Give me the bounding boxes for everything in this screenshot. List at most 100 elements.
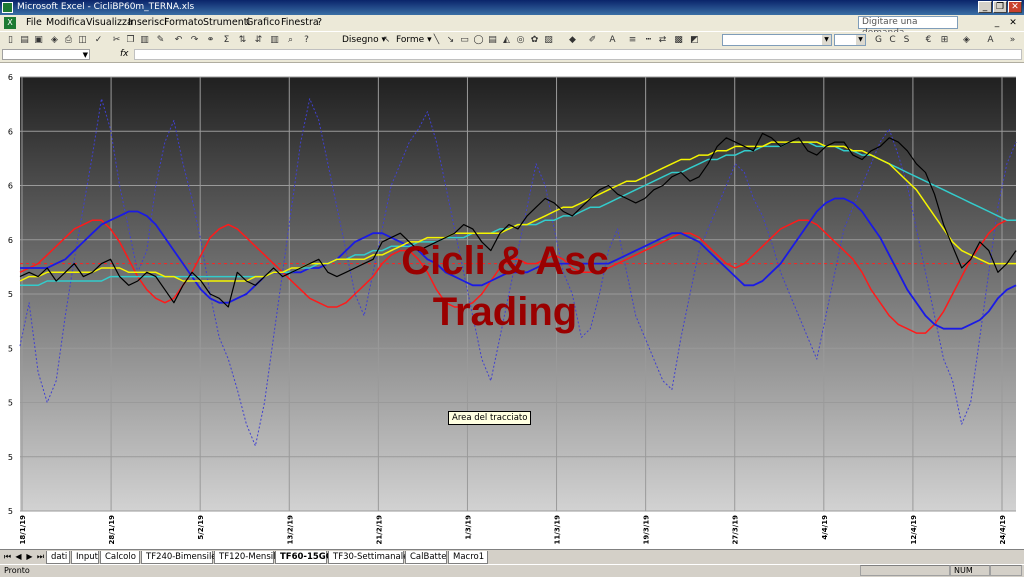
- forme-menu[interactable]: Forme ▾: [396, 34, 432, 46]
- num-lock-indicator: NUM: [950, 565, 990, 576]
- help-icon[interactable]: ?: [300, 34, 313, 46]
- menu-formato[interactable]: Formato: [164, 17, 203, 29]
- arrow-style-icon[interactable]: ⇄: [656, 34, 669, 46]
- sheet-tab[interactable]: Input: [71, 551, 99, 564]
- font-color-icon[interactable]: A: [606, 34, 619, 46]
- autosum-icon[interactable]: Σ: [220, 34, 233, 46]
- formula-input[interactable]: [134, 49, 1022, 60]
- x-tick-label: 24/4/19: [999, 515, 1007, 545]
- menu-help[interactable]: ?: [317, 17, 322, 29]
- sort-asc-icon[interactable]: ⇅: [236, 34, 249, 46]
- print-icon[interactable]: ⎙: [62, 34, 75, 46]
- sheet-tab[interactable]: dati: [46, 551, 70, 564]
- line-icon[interactable]: ╲: [430, 34, 443, 46]
- name-box[interactable]: ▼: [2, 49, 90, 60]
- menu-bar: X File Modifica Visualizza Inserisci For…: [0, 15, 1024, 38]
- menu-file[interactable]: File: [26, 17, 42, 29]
- line-color-icon[interactable]: ✐: [586, 34, 599, 46]
- diagram-icon[interactable]: ◎: [514, 34, 527, 46]
- arrow-icon[interactable]: ↘: [444, 34, 457, 46]
- chart-svg[interactable]: 6 6 6 6 5 5 5 5 5 18/1/19 28/1/19 5/2/19 13/2/19 21/…: [0, 63, 1024, 549]
- x-axis-labels: 18/1/19 28/1/19 5/2/19 13/2/19 21/2/19 1/3/19…: [19, 515, 1007, 545]
- sheet-tab[interactable]: Calcolo: [100, 551, 140, 564]
- x-tick-label: 28/1/19: [108, 515, 116, 545]
- spelling-icon[interactable]: ✓: [92, 34, 105, 46]
- sheet-tab[interactable]: TF30-Settimanale: [328, 551, 408, 564]
- prev-sheet-icon[interactable]: ◀: [14, 552, 23, 562]
- fill-bucket-icon[interactable]: ◈: [960, 34, 973, 46]
- clipart-icon[interactable]: ✿: [528, 34, 541, 46]
- permission-icon[interactable]: ◈: [48, 34, 61, 46]
- sheet-tab[interactable]: TF60-15GG: [275, 551, 333, 564]
- status-cell: [990, 565, 1022, 576]
- sort-desc-icon[interactable]: ⇵: [252, 34, 265, 46]
- textbox-icon[interactable]: ▤: [486, 34, 499, 46]
- wordart-icon[interactable]: ◭: [500, 34, 513, 46]
- 3d-icon[interactable]: ◩: [688, 34, 701, 46]
- help-search-input[interactable]: Digitare una domanda.: [858, 16, 958, 38]
- toolbar-options-icon[interactable]: »: [1006, 34, 1019, 46]
- function-icon[interactable]: fx: [120, 49, 129, 59]
- y-tick-label: 5: [8, 507, 13, 516]
- menu-modifica[interactable]: Modifica: [46, 17, 86, 29]
- save-icon[interactable]: ▣: [32, 34, 45, 46]
- chart-tooltip: Area del tracciato: [448, 411, 532, 425]
- fill-color-icon[interactable]: ◆: [566, 34, 579, 46]
- sheet-tab[interactable]: CalBatte: [405, 551, 447, 564]
- menu-grafico[interactable]: Grafico: [246, 17, 280, 29]
- sheet-tab[interactable]: TF240-Bimensile: [141, 551, 217, 564]
- undo-icon[interactable]: ↶: [172, 34, 185, 46]
- last-sheet-icon[interactable]: ⏭: [36, 552, 45, 562]
- oval-icon[interactable]: ◯: [472, 34, 485, 46]
- borders-icon[interactable]: ⊞: [938, 34, 951, 46]
- next-sheet-icon[interactable]: ▶: [25, 552, 34, 562]
- y-tick-label: 5: [8, 290, 13, 299]
- x-tick-label: 1/3/19: [464, 515, 472, 540]
- y-tick-label: 6: [8, 127, 13, 136]
- shadow-icon[interactable]: ▩: [672, 34, 685, 46]
- format-painter-icon[interactable]: ✎: [154, 34, 167, 46]
- chart-area[interactable]: 6 6 6 6 5 5 5 5 5 18/1/19 28/1/19 5/2/19 13/2/19 21/…: [0, 63, 1024, 549]
- sheet-tab[interactable]: TF120-Mensile: [214, 551, 281, 564]
- hyperlink-icon[interactable]: ⚭: [204, 34, 217, 46]
- rectangle-icon[interactable]: ▭: [458, 34, 471, 46]
- italic-icon[interactable]: C: [886, 34, 899, 46]
- chevron-down-icon: ▼: [82, 51, 88, 59]
- line-style-icon[interactable]: ≡: [626, 34, 639, 46]
- dash-style-icon[interactable]: ┅: [642, 34, 655, 46]
- y-tick-label: 5: [8, 344, 13, 353]
- excel-icon: [2, 2, 13, 13]
- doc-minimize-button[interactable]: _: [990, 17, 1004, 29]
- copy-icon[interactable]: ❐: [124, 34, 137, 46]
- text-color-icon[interactable]: A: [984, 34, 997, 46]
- open-icon[interactable]: ▤: [18, 34, 31, 46]
- minimize-button[interactable]: _: [978, 1, 992, 13]
- workbook-icon[interactable]: X: [4, 17, 16, 29]
- currency-icon[interactable]: €: [922, 34, 935, 46]
- watermark-line-1: Cicli & Asc: [401, 239, 608, 283]
- chart-wizard-icon[interactable]: ▥: [268, 34, 281, 46]
- select-objects-icon[interactable]: ↖: [380, 34, 393, 46]
- first-sheet-icon[interactable]: ⏮: [3, 552, 12, 562]
- new-icon[interactable]: ▯: [4, 34, 17, 46]
- preview-icon[interactable]: ◫: [76, 34, 89, 46]
- cut-icon[interactable]: ✂: [110, 34, 123, 46]
- menu-strumenti[interactable]: Strumenti: [203, 17, 250, 29]
- menu-visualizza[interactable]: Visualizza: [86, 17, 133, 29]
- underline-icon[interactable]: S: [900, 34, 913, 46]
- sheet-tab[interactable]: Macro1: [448, 551, 488, 564]
- y-tick-label: 6: [8, 236, 13, 245]
- doc-close-button[interactable]: ✕: [1006, 17, 1020, 29]
- paste-icon[interactable]: ▥: [138, 34, 151, 46]
- redo-icon[interactable]: ↷: [188, 34, 201, 46]
- font-name-select[interactable]: ▼: [722, 34, 832, 46]
- close-button[interactable]: ✕: [1008, 1, 1022, 13]
- restore-button[interactable]: ❐: [993, 1, 1007, 13]
- menu-inserisci[interactable]: Inserisci: [128, 17, 167, 29]
- bold-icon[interactable]: G: [872, 34, 885, 46]
- zoom-icon[interactable]: ⌕: [284, 34, 297, 46]
- font-size-select[interactable]: ▼: [834, 34, 866, 46]
- picture-icon[interactable]: ▨: [542, 34, 555, 46]
- x-tick-label: 21/2/19: [375, 515, 383, 545]
- menu-finestra[interactable]: Finestra: [281, 17, 319, 29]
